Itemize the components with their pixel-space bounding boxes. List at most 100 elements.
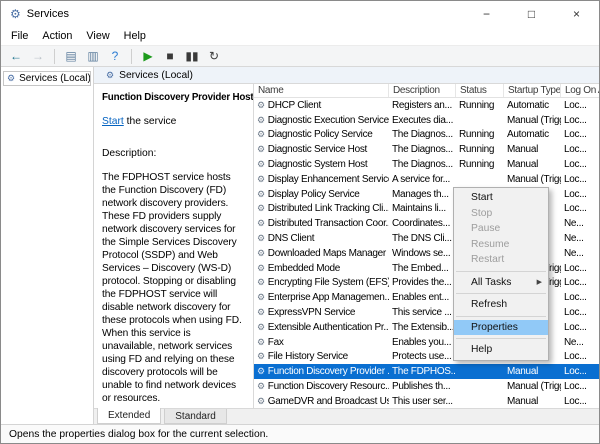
toolbar-stop-service-button[interactable]: ■ [160, 47, 180, 65]
cell-status [456, 394, 504, 408]
cell-name: ⚙Function Discovery Resourc... [254, 379, 389, 394]
table-row[interactable]: ⚙GameDVR and Broadcast Us...This user se… [254, 394, 599, 408]
start-service-suffix: the service [124, 116, 177, 127]
cell-description: The Extensib... [389, 320, 456, 335]
toolbar-forward-button[interactable]: → [28, 47, 48, 65]
toolbar-back-button[interactable]: ← [6, 47, 26, 65]
tab-extended[interactable]: Extended [97, 408, 161, 424]
toolbar-restart-service-button[interactable]: ↻ [204, 47, 224, 65]
menu-item-refresh[interactable]: Refresh [454, 297, 548, 313]
table-row[interactable]: ⚙Diagnostic Execution ServiceExecutes di… [254, 113, 599, 128]
menu-item-restart[interactable]: Restart [454, 252, 548, 268]
menu-item-help[interactable]: Help [454, 342, 548, 358]
toolbar: ←→ ▤ ▥? ▶■▮▮↻ [1, 45, 599, 67]
table-row[interactable]: ⚙Display Enhancement ServiceA service fo… [254, 172, 599, 187]
service-name-text: Diagnostic Execution Service [268, 115, 389, 126]
cell-description: The FDPHOS... [389, 364, 456, 379]
close-button[interactable]: × [554, 1, 599, 27]
menu-item-properties[interactable]: Properties [454, 320, 548, 336]
maximize-button[interactable]: □ [509, 1, 554, 27]
service-gear-icon: ⚙ [257, 203, 265, 214]
cell-description: Enables you... [389, 335, 456, 350]
cell-name: ⚙Embedded Mode [254, 261, 389, 276]
table-row[interactable]: ⚙DHCP ClientRegisters an...RunningAutoma… [254, 98, 599, 113]
main-panel-header: ⚙ Services (Local) [94, 67, 599, 84]
menu-item-all-tasks[interactable]: All Tasks▶ [454, 275, 548, 291]
service-name-text: Embedded Mode [268, 263, 340, 274]
cell-name: ⚙Diagnostic System Host [254, 157, 389, 172]
service-name-text: Display Policy Service [268, 189, 360, 200]
menubar-item-file[interactable]: File [4, 30, 35, 42]
column-header-log-on-as[interactable]: Log On As [561, 84, 599, 97]
start-service-link[interactable]: Start [102, 116, 124, 127]
service-name-text: Enterprise App Managemen... [268, 292, 389, 303]
table-row[interactable]: ⚙Diagnostic Policy ServiceThe Diagnos...… [254, 128, 599, 143]
cell-status: Running [456, 128, 504, 143]
toolbar-separator [54, 49, 55, 64]
cell-status: Running [456, 157, 504, 172]
service-name-text: Diagnostic System Host [268, 159, 368, 170]
header-node-icon: ⚙ [106, 70, 114, 81]
cell-name: ⚙ExpressVPN Service [254, 305, 389, 320]
cell-log-on-as: Loc... [561, 290, 599, 305]
cell-name: ⚙Fax [254, 335, 389, 350]
service-name-text: DHCP Client [268, 100, 321, 111]
service-gear-icon: ⚙ [257, 174, 265, 185]
cell-log-on-as: Ne... [561, 216, 599, 231]
menubar: FileActionViewHelp [1, 27, 599, 45]
service-name-text: DNS Client [268, 233, 314, 244]
cell-log-on-as: Loc... [561, 187, 599, 202]
column-header-description[interactable]: Description [389, 84, 456, 97]
cell-log-on-as: Loc... [561, 394, 599, 408]
column-header-status[interactable]: Status [456, 84, 504, 97]
show-console-tree-icon: ▤ [65, 50, 76, 62]
cell-status [456, 364, 504, 379]
menu-item-stop[interactable]: Stop [454, 206, 548, 222]
cell-log-on-as: Ne... [561, 246, 599, 261]
cell-log-on-as: Loc... [561, 320, 599, 335]
cell-description: Manages th... [389, 187, 456, 202]
table-row[interactable]: ⚙Function Discovery Resourc...Publishes … [254, 379, 599, 394]
cell-startup-type: Manual (Trigg... [504, 379, 561, 394]
toolbar-start-service-button[interactable]: ▶ [138, 47, 158, 65]
menu-item-label: Resume [471, 239, 509, 250]
cell-status [456, 379, 504, 394]
cell-description: This service ... [389, 305, 456, 320]
cell-status: Running [456, 98, 504, 113]
service-name-text: Diagnostic Service Host [268, 144, 367, 155]
help-icon: ? [112, 50, 119, 62]
table-row[interactable]: ⚙Function Discovery Provider ...The FDPH… [254, 364, 599, 379]
toolbar-show-console-tree-button[interactable]: ▤ [61, 47, 81, 65]
menu-item-resume[interactable]: Resume [454, 237, 548, 253]
menu-item-label: All Tasks [471, 277, 511, 288]
column-header-name[interactable]: Name [254, 84, 389, 97]
cell-description: Windows se... [389, 246, 456, 261]
cell-name: ⚙Diagnostic Policy Service [254, 128, 389, 143]
toolbar-help-button[interactable]: ? [105, 47, 125, 65]
service-gear-icon: ⚙ [257, 351, 265, 362]
service-gear-icon: ⚙ [257, 144, 265, 155]
cell-name: ⚙Encrypting File System (EFS) [254, 276, 389, 291]
status-text: Opens the properties dialog box for the … [9, 429, 268, 440]
menu-item-label: Properties [471, 322, 518, 333]
tree-item-services-local[interactable]: ⚙ Services (Local) [3, 71, 91, 86]
menubar-item-help[interactable]: Help [117, 30, 153, 42]
tab-standard[interactable]: Standard [164, 409, 227, 424]
column-header-startup-type[interactable]: Startup Type [504, 84, 561, 97]
service-gear-icon: ⚙ [257, 322, 265, 333]
toolbar-export-list-button[interactable]: ▥ [83, 47, 103, 65]
cell-description: A service for... [389, 172, 456, 187]
cell-name: ⚙Downloaded Maps Manager [254, 246, 389, 261]
table-row[interactable]: ⚙Diagnostic System HostThe Diagnos...Run… [254, 157, 599, 172]
service-gear-icon: ⚙ [257, 218, 265, 229]
table-row[interactable]: ⚙Diagnostic Service HostThe Diagnos...Ru… [254, 142, 599, 157]
menu-item-pause[interactable]: Pause [454, 221, 548, 237]
menu-item-start[interactable]: Start [454, 190, 548, 206]
menubar-item-view[interactable]: View [79, 30, 116, 42]
service-name-text: GameDVR and Broadcast Us... [268, 396, 389, 407]
cell-status: Running [456, 142, 504, 157]
cell-name: ⚙Function Discovery Provider ... [254, 364, 389, 379]
toolbar-pause-service-button[interactable]: ▮▮ [182, 47, 202, 65]
minimize-button[interactable]: − [464, 1, 509, 27]
menubar-item-action[interactable]: Action [35, 30, 79, 42]
